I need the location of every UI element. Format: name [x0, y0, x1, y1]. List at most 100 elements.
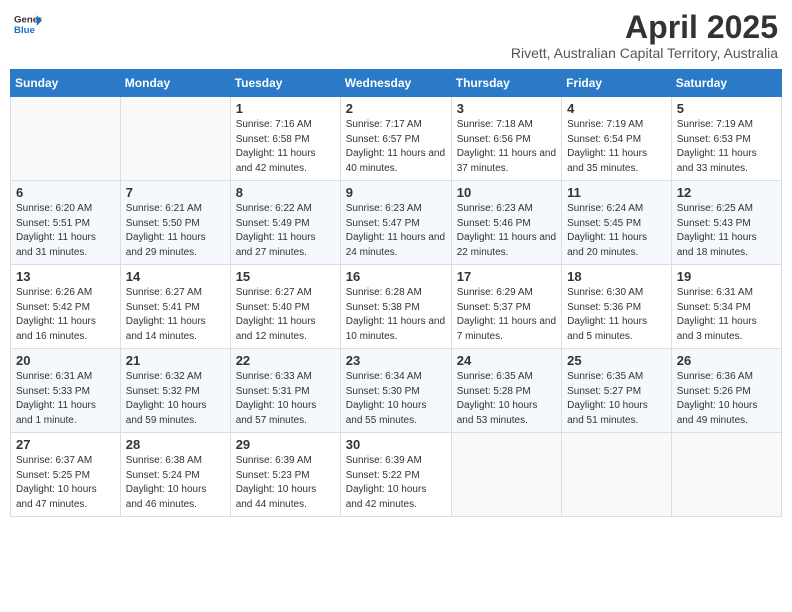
calendar-cell: 1 Sunrise: 7:16 AMSunset: 6:58 PMDaylight… [230, 97, 340, 181]
calendar-cell: 5 Sunrise: 7:19 AMSunset: 6:53 PMDaylight… [671, 97, 781, 181]
calendar-cell: 24Sunrise: 6:35 AMSunset: 5:28 PMDayligh… [451, 349, 561, 433]
day-number: 23 [346, 353, 446, 368]
calendar-cell: 2Sunrise: 7:17 AMSunset: 6:57 PMDaylight… [340, 97, 451, 181]
day-of-week-header: Tuesday [230, 70, 340, 97]
logo-icon: General Blue [14, 10, 42, 38]
day-number: 2 [346, 101, 446, 116]
day-number: 1 [236, 101, 335, 116]
calendar-cell: 21 Sunrise: 6:32 AMSunset: 5:32 PMDayligh… [120, 349, 230, 433]
day-number: 13 [16, 269, 115, 284]
calendar-week-row: 27 Sunrise: 6:37 AMSunset: 5:25 PMDayligh… [11, 433, 782, 517]
calendar-cell: 7 Sunrise: 6:21 AMSunset: 5:50 PMDaylight… [120, 181, 230, 265]
day-number: 9 [346, 185, 446, 200]
day-number: 17 [457, 269, 556, 284]
calendar-cell: 3 Sunrise: 7:18 AMSunset: 6:56 PMDaylight… [451, 97, 561, 181]
calendar-cell: 29Sunrise: 6:39 AMSunset: 5:23 PMDayligh… [230, 433, 340, 517]
calendar-cell [120, 97, 230, 181]
day-info: Sunrise: 6:24 AMSunset: 5:45 PMDaylight:… [567, 202, 666, 260]
day-info: Sunrise: 6:27 AMSunset: 5:41 PMDaylight:… [126, 286, 225, 344]
page-header: General Blue April 2025 Rivett, Australi… [10, 10, 782, 61]
day-number: 29 [236, 437, 335, 452]
day-number: 22 [236, 353, 335, 368]
calendar-cell: 27 Sunrise: 6:37 AMSunset: 5:25 PMDayligh… [11, 433, 121, 517]
day-info: Sunrise: 6:32 AMSunset: 5:32 PMDaylight:… [126, 370, 225, 428]
day-info: Sunrise: 7:19 AMSunset: 6:53 PMDaylight:… [677, 118, 776, 176]
month-year-title: April 2025 [511, 10, 778, 45]
day-number: 14 [126, 269, 225, 284]
day-of-week-header: Friday [562, 70, 672, 97]
calendar-cell: 14 Sunrise: 6:27 AMSunset: 5:41 PMDayligh… [120, 265, 230, 349]
calendar-cell: 8 Sunrise: 6:22 AMSunset: 5:49 PMDaylight… [230, 181, 340, 265]
day-info: Sunrise: 6:23 AMSunset: 5:46 PMDaylight:… [457, 202, 556, 260]
calendar-table: SundayMondayTuesdayWednesdayThursdayFrid… [10, 69, 782, 517]
day-number: 15 [236, 269, 335, 284]
calendar-cell: 22 Sunrise: 6:33 AMSunset: 5:31 PMDayligh… [230, 349, 340, 433]
day-info: Sunrise: 6:30 AMSunset: 5:36 PMDaylight:… [567, 286, 666, 344]
day-number: 21 [126, 353, 225, 368]
day-info: Sunrise: 6:33 AMSunset: 5:31 PMDaylight:… [236, 370, 335, 428]
calendar-cell [11, 97, 121, 181]
day-number: 8 [236, 185, 335, 200]
day-info: Sunrise: 7:18 AMSunset: 6:56 PMDaylight:… [457, 118, 556, 176]
calendar-cell: 18 Sunrise: 6:30 AMSunset: 5:36 PMDayligh… [562, 265, 672, 349]
calendar-cell [671, 433, 781, 517]
calendar-cell: 28 Sunrise: 6:38 AMSunset: 5:24 PMDayligh… [120, 433, 230, 517]
calendar-cell: 13 Sunrise: 6:26 AMSunset: 5:42 PMDayligh… [11, 265, 121, 349]
day-info: Sunrise: 6:22 AMSunset: 5:49 PMDaylight:… [236, 202, 335, 260]
calendar-cell: 26Sunrise: 6:36 AMSunset: 5:26 PMDayligh… [671, 349, 781, 433]
day-number: 7 [126, 185, 225, 200]
day-number: 30 [346, 437, 446, 452]
day-number: 28 [126, 437, 225, 452]
day-info: Sunrise: 6:31 AMSunset: 5:33 PMDaylight:… [16, 370, 115, 428]
calendar-cell: 10 Sunrise: 6:23 AMSunset: 5:46 PMDayligh… [451, 181, 561, 265]
day-info: Sunrise: 6:21 AMSunset: 5:50 PMDaylight:… [126, 202, 225, 260]
day-info: Sunrise: 6:37 AMSunset: 5:25 PMDaylight:… [16, 454, 115, 512]
day-info: Sunrise: 6:20 AMSunset: 5:51 PMDaylight:… [16, 202, 115, 260]
day-of-week-header: Monday [120, 70, 230, 97]
logo: General Blue [14, 10, 42, 38]
day-number: 4 [567, 101, 666, 116]
day-info: Sunrise: 7:16 AMSunset: 6:58 PMDaylight:… [236, 118, 335, 176]
calendar-header-row: SundayMondayTuesdayWednesdayThursdayFrid… [11, 70, 782, 97]
calendar-cell: 16 Sunrise: 6:28 AMSunset: 5:38 PMDayligh… [340, 265, 451, 349]
day-info: Sunrise: 6:26 AMSunset: 5:42 PMDaylight:… [16, 286, 115, 344]
day-number: 26 [677, 353, 776, 368]
day-info: Sunrise: 6:39 AMSunset: 5:22 PMDaylight:… [346, 454, 446, 512]
calendar-cell: 23 Sunrise: 6:34 AMSunset: 5:30 PMDayligh… [340, 349, 451, 433]
day-info: Sunrise: 6:28 AMSunset: 5:38 PMDaylight:… [346, 286, 446, 344]
calendar-cell: 20Sunrise: 6:31 AMSunset: 5:33 PMDayligh… [11, 349, 121, 433]
day-info: Sunrise: 6:34 AMSunset: 5:30 PMDaylight:… [346, 370, 446, 428]
calendar-week-row: 1 Sunrise: 7:16 AMSunset: 6:58 PMDaylight… [11, 97, 782, 181]
day-info: Sunrise: 6:25 AMSunset: 5:43 PMDaylight:… [677, 202, 776, 260]
calendar-week-row: 6 Sunrise: 6:20 AMSunset: 5:51 PMDaylight… [11, 181, 782, 265]
day-number: 27 [16, 437, 115, 452]
day-info: Sunrise: 6:29 AMSunset: 5:37 PMDaylight:… [457, 286, 556, 344]
calendar-cell: 4Sunrise: 7:19 AMSunset: 6:54 PMDaylight… [562, 97, 672, 181]
calendar-cell: 6 Sunrise: 6:20 AMSunset: 5:51 PMDaylight… [11, 181, 121, 265]
calendar-week-row: 20Sunrise: 6:31 AMSunset: 5:33 PMDayligh… [11, 349, 782, 433]
day-number: 3 [457, 101, 556, 116]
day-number: 5 [677, 101, 776, 116]
day-of-week-header: Wednesday [340, 70, 451, 97]
day-info: Sunrise: 6:35 AMSunset: 5:28 PMDaylight:… [457, 370, 556, 428]
day-info: Sunrise: 6:38 AMSunset: 5:24 PMDaylight:… [126, 454, 225, 512]
day-number: 6 [16, 185, 115, 200]
day-info: Sunrise: 6:35 AMSunset: 5:27 PMDaylight:… [567, 370, 666, 428]
calendar-week-row: 13 Sunrise: 6:26 AMSunset: 5:42 PMDayligh… [11, 265, 782, 349]
day-number: 18 [567, 269, 666, 284]
day-of-week-header: Thursday [451, 70, 561, 97]
calendar-cell: 15 Sunrise: 6:27 AMSunset: 5:40 PMDayligh… [230, 265, 340, 349]
day-info: Sunrise: 6:27 AMSunset: 5:40 PMDaylight:… [236, 286, 335, 344]
day-of-week-header: Sunday [11, 70, 121, 97]
calendar-cell: 17 Sunrise: 6:29 AMSunset: 5:37 PMDayligh… [451, 265, 561, 349]
svg-text:Blue: Blue [14, 25, 35, 36]
day-number: 25 [567, 353, 666, 368]
calendar-cell [451, 433, 561, 517]
day-number: 16 [346, 269, 446, 284]
calendar-cell: 12 Sunrise: 6:25 AMSunset: 5:43 PMDayligh… [671, 181, 781, 265]
day-number: 19 [677, 269, 776, 284]
calendar-cell: 19Sunrise: 6:31 AMSunset: 5:34 PMDayligh… [671, 265, 781, 349]
day-number: 12 [677, 185, 776, 200]
day-number: 10 [457, 185, 556, 200]
day-info: Sunrise: 6:23 AMSunset: 5:47 PMDaylight:… [346, 202, 446, 260]
